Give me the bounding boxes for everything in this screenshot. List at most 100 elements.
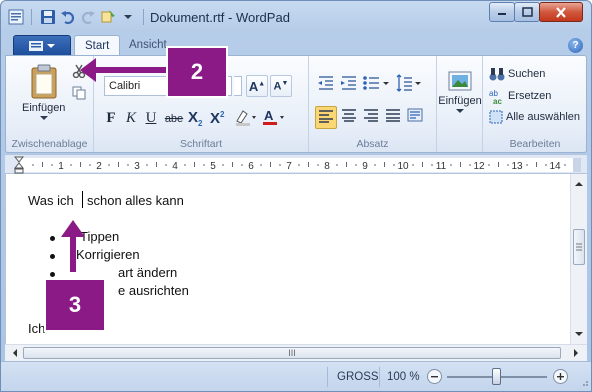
doc-line-1: Was ich schon alles kann [28, 193, 184, 208]
app-menu-icon [29, 40, 43, 51]
ruler-tick [431, 164, 433, 166]
ruler-tick [384, 162, 385, 167]
bullet-dot [50, 254, 55, 259]
group-label-edit: Bearbeiten [509, 138, 561, 150]
highlight-color-icon[interactable] [234, 108, 260, 129]
ruler-tick [260, 164, 262, 166]
select-all-button[interactable]: Alle auswählen [489, 110, 580, 124]
insert-label: Einfügen [438, 95, 482, 107]
ruler-number: 2 [96, 161, 102, 172]
ruler-tick [564, 164, 566, 166]
decrease-indent-icon[interactable] [315, 74, 335, 95]
ruler-tick [241, 164, 243, 166]
ruler-tick [203, 164, 205, 166]
ruler-tick [89, 164, 91, 166]
close-button[interactable] [539, 2, 583, 22]
superscript-icon[interactable]: X2 [210, 110, 232, 127]
application-menu-button[interactable] [13, 35, 71, 56]
replace-button[interactable]: ab ac Ersetzen [489, 88, 551, 104]
bullet-dot [50, 272, 55, 277]
chevron-down-icon[interactable] [119, 9, 136, 26]
ruler-tick [393, 164, 395, 166]
zoom-slider-thumb[interactable] [492, 368, 501, 385]
bullet-item: Korrigieren [76, 247, 140, 262]
vertical-scroll-thumb[interactable] [573, 229, 585, 265]
group-label-paragraph: Absatz [356, 138, 389, 150]
align-right-icon[interactable] [361, 106, 381, 129]
horizontal-scrollbar[interactable]: III [5, 344, 587, 361]
ruler-tick [32, 164, 34, 166]
ruler-number: 3 [134, 161, 140, 172]
ruler[interactable]: 1 2 3 4 5 6 7 8 9 10 11 12 13 14 [5, 154, 587, 174]
ruler-tick [450, 164, 452, 166]
grow-font-button[interactable]: A▲ [246, 75, 268, 97]
tab-start[interactable]: Start [74, 35, 121, 57]
paste-button[interactable]: Einfügen [22, 64, 65, 121]
customize-toolbar-icon[interactable] [99, 9, 116, 26]
ruler-tick [536, 162, 537, 167]
scroll-up-icon[interactable] [571, 178, 587, 190]
grow-font-icon: A▲ [248, 78, 266, 94]
binoculars-icon [489, 68, 505, 81]
ruler-tick [51, 164, 53, 166]
ruler-number: 7 [286, 161, 292, 172]
shrink-font-button[interactable]: A▼ [270, 75, 292, 97]
ruler-ticks: 1 2 3 4 5 6 7 8 9 10 11 12 13 14 [32, 161, 575, 172]
help-icon[interactable]: ? [568, 38, 583, 53]
bold-button[interactable]: F [102, 110, 120, 127]
scroll-grip: III [288, 348, 296, 358]
ribbon: Einfügen Zwischenablage Calibri A▲ A▼ F [5, 55, 587, 153]
align-left-icon[interactable] [315, 106, 337, 129]
ruler-tick [469, 164, 471, 166]
save-icon[interactable] [39, 9, 56, 26]
font-color-icon[interactable]: A [262, 108, 288, 129]
select-all-label: Alle auswählen [506, 111, 580, 123]
ruler-tick [184, 164, 186, 166]
font-size-combo[interactable] [234, 76, 242, 96]
cut-icon[interactable] [72, 64, 86, 81]
find-button[interactable]: Suchen [489, 66, 545, 82]
strikethrough-button[interactable]: abe [162, 113, 186, 125]
horizontal-scroll-thumb[interactable]: III [23, 347, 561, 359]
ruler-tick [222, 164, 224, 166]
line-spacing-icon[interactable] [394, 74, 422, 95]
align-center-icon[interactable] [339, 106, 359, 129]
paragraph-dialog-icon[interactable] [405, 106, 425, 129]
ruler-tick [70, 164, 72, 166]
copy-icon[interactable] [72, 86, 86, 103]
scroll-left-icon[interactable] [8, 345, 22, 361]
increase-indent-icon[interactable] [338, 74, 358, 95]
insert-picture-icon [448, 71, 472, 91]
ruler-tick [118, 162, 119, 167]
ruler-number: 6 [248, 161, 254, 172]
shrink-font-icon: A▼ [273, 79, 289, 93]
undo-icon[interactable] [59, 9, 76, 26]
italic-button[interactable]: K [122, 110, 140, 127]
justify-icon[interactable] [383, 106, 403, 129]
zoom-level[interactable]: 100 % [387, 371, 420, 383]
subscript-icon[interactable]: X2 [188, 109, 208, 128]
vertical-scrollbar[interactable] [570, 174, 587, 344]
underline-button[interactable]: U [142, 110, 160, 127]
ruler-tick [336, 164, 338, 166]
bullet-list-icon[interactable] [361, 74, 391, 95]
zoom-in-button[interactable] [553, 369, 568, 384]
svg-text:ac: ac [493, 97, 502, 104]
caps-lock-indicator: GROSS [337, 371, 379, 383]
scroll-down-icon[interactable] [571, 328, 587, 340]
ruler-tick [317, 164, 319, 166]
minimize-button[interactable] [489, 2, 515, 22]
maximize-button[interactable] [514, 2, 540, 22]
ruler-tick [127, 164, 129, 166]
zoom-out-button[interactable] [427, 369, 442, 384]
ruler-number: 10 [397, 161, 409, 172]
resize-grip-icon[interactable] [579, 376, 589, 390]
insert-button[interactable]: Einfügen [438, 70, 482, 114]
redo-icon[interactable] [79, 9, 96, 26]
ruler-number: 5 [210, 161, 216, 172]
wordpad-app-icon[interactable] [7, 9, 24, 26]
ruler-tick [156, 162, 157, 167]
svg-text:A: A [264, 108, 274, 123]
bullet-dot [50, 236, 55, 241]
scroll-right-icon[interactable] [569, 345, 583, 361]
